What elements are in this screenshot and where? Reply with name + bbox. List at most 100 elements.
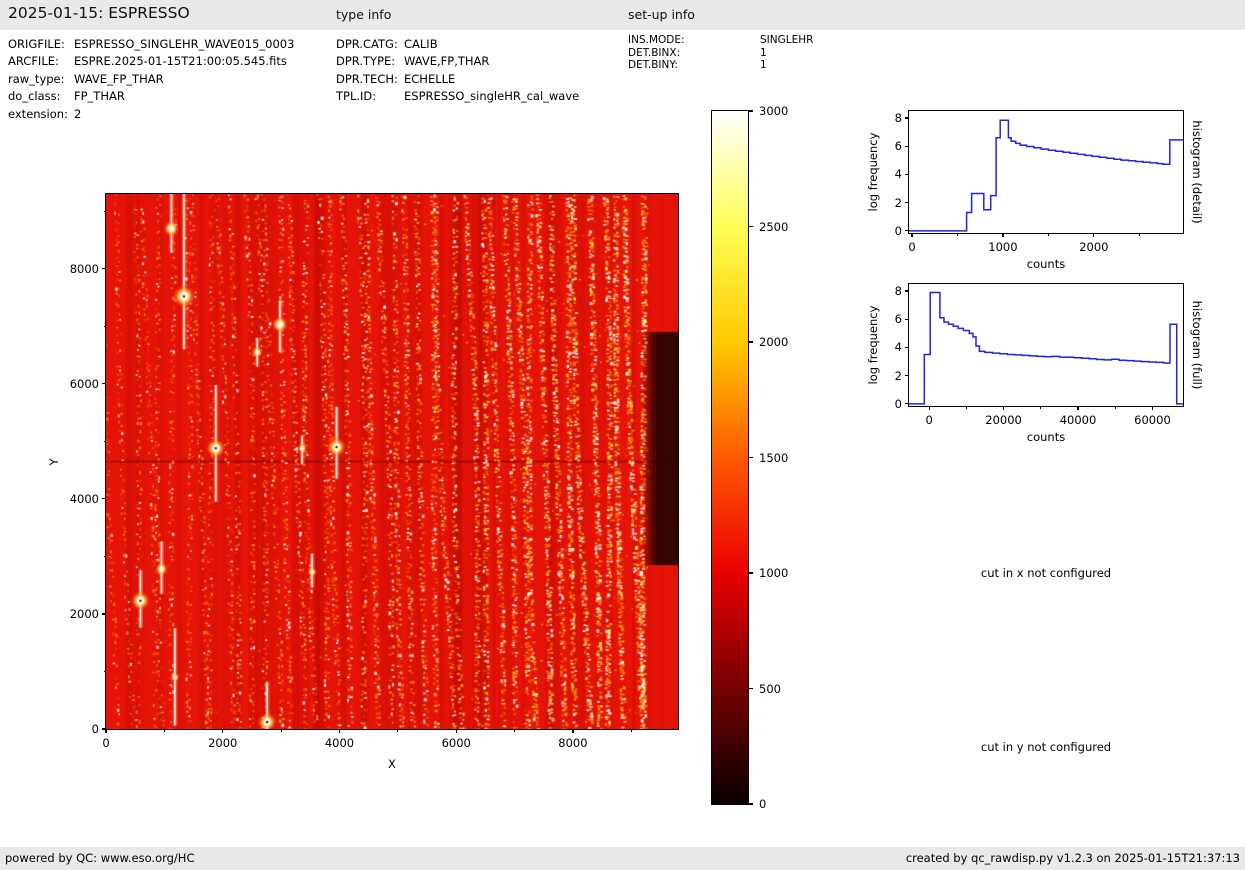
info-label: DET.BINY:: [628, 59, 760, 72]
y-tick: [102, 383, 106, 384]
info-value: ESPRESSO_SINGLEHR_WAVE015_0003: [74, 37, 294, 51]
type-info-list: DPR.CATG:CALIBDPR.TYPE:WAVE,FP,THARDPR.T…: [336, 36, 579, 106]
cut-y-message: cut in y not configured: [906, 740, 1186, 754]
colorbar: 050010001500200025003000: [711, 110, 749, 805]
y-tick-label: 8: [862, 111, 902, 125]
x-tick: [456, 729, 457, 733]
x-tick-label: 4000: [309, 736, 369, 750]
x-minor-tick: [1040, 406, 1041, 409]
info-label: do_class:: [8, 88, 74, 105]
y-minor-tick: [104, 556, 107, 557]
page-title: 2025-01-15: ESPRESSO: [8, 4, 190, 22]
info-label: ARCFILE:: [8, 53, 74, 70]
y-tick-label: 0: [862, 397, 902, 411]
right-axis-label: histogram (detail): [1190, 120, 1204, 223]
x-minor-tick: [1048, 233, 1049, 236]
y-tick: [102, 728, 106, 729]
x-minor-tick: [966, 406, 967, 409]
colorbar-tick: [748, 688, 753, 689]
y-tick: [102, 498, 106, 499]
colorbar-tick-label: 0: [759, 797, 766, 811]
x-minor-tick: [514, 729, 515, 732]
x-minor-tick: [1139, 233, 1140, 236]
info-label: INS.MODE:: [628, 34, 760, 47]
y-tick-label: 0: [59, 722, 99, 736]
y-minor-tick: [104, 441, 107, 442]
right-axis-label: histogram (full): [1190, 301, 1204, 390]
x-minor-tick: [164, 729, 165, 732]
info-row: TPL.ID:ESPRESSO_singleHR_cal_wave: [336, 88, 579, 105]
x-tick-label: 40000: [1048, 413, 1108, 427]
colorbar-tick: [748, 226, 753, 227]
footer-right-text: created by qc_rawdisp.py v1.2.3 on 2025-…: [906, 847, 1240, 870]
info-row: ORIGFILE:ESPRESSO_SINGLEHR_WAVE015_0003: [8, 36, 294, 53]
colorbar-tick: [748, 803, 753, 804]
info-row: raw_type:WAVE_FP_THAR: [8, 71, 294, 88]
x-minor-tick: [1115, 406, 1116, 409]
x-tick: [222, 729, 223, 733]
x-tick-label: 20000: [974, 413, 1034, 427]
x-tick: [1152, 406, 1153, 410]
x-tick-label: 2000: [193, 736, 253, 750]
info-value: 1: [760, 47, 767, 59]
info-row: ARCFILE:ESPRE.2025-01-15T21:00:05.545.fi…: [8, 53, 294, 70]
y-tick: [102, 268, 106, 269]
y-minor-tick: [104, 211, 107, 212]
colorbar-tick: [748, 457, 753, 458]
info-value: SINGLEHR: [760, 34, 813, 46]
x-tick: [1003, 406, 1004, 410]
header-bar: 2025-01-15: ESPRESSO type info set-up in…: [0, 0, 1245, 30]
info-label: DPR.CATG:: [336, 36, 404, 53]
x-tick: [105, 729, 106, 733]
y-axis-label: log frequency: [866, 306, 880, 385]
y-axis-label: Y: [47, 458, 61, 465]
info-row: DET.BINY:1: [628, 59, 813, 72]
info-label: ORIGFILE:: [8, 36, 74, 53]
y-minor-tick: [104, 671, 107, 672]
x-axis-label: counts: [1006, 430, 1086, 444]
info-row: DPR.TYPE:WAVE,FP,THAR: [336, 53, 579, 70]
footer-left-text: powered by QC: www.eso.org/HC: [5, 847, 194, 870]
colorbar-tick-label: 500: [759, 682, 781, 696]
x-axis-label: counts: [1006, 257, 1086, 271]
colorbar-tick-label: 3000: [759, 104, 788, 118]
raw-image-canvas: [106, 194, 678, 729]
y-tick-label: 4000: [59, 492, 99, 506]
qc-rawdisp-report: 2025-01-15: ESPRESSO type info set-up in…: [0, 0, 1245, 870]
colorbar-tick: [748, 572, 753, 573]
x-tick-label: 60000: [1122, 413, 1182, 427]
x-tick: [1002, 233, 1003, 237]
colorbar-tick-label: 2500: [759, 220, 788, 234]
histogram-detail-plot: 01000200002468countslog frequencyhistogr…: [908, 110, 1184, 234]
x-axis-label: X: [362, 757, 422, 771]
footer-bar: powered by QC: www.eso.org/HC created by…: [0, 847, 1245, 870]
histogram-line: [909, 284, 1183, 406]
info-row: DPR.CATG:CALIB: [336, 36, 579, 53]
info-value: CALIB: [404, 37, 438, 51]
y-tick-label: 0: [862, 224, 902, 238]
info-row: DET.BINX:1: [628, 47, 813, 60]
y-tick-label: 6000: [59, 377, 99, 391]
info-label: raw_type:: [8, 71, 74, 88]
x-minor-tick: [957, 233, 958, 236]
colorbar-tick-label: 2000: [759, 335, 788, 349]
colorbar-tick: [748, 110, 753, 111]
info-label: DET.BINX:: [628, 47, 760, 60]
info-label: extension:: [8, 106, 74, 123]
y-minor-tick: [104, 326, 107, 327]
info-row: extension:2: [8, 106, 294, 123]
x-minor-tick: [397, 729, 398, 732]
info-label: DPR.TECH:: [336, 71, 404, 88]
x-tick-label: 1000: [973, 240, 1033, 254]
colorbar-tick: [748, 341, 753, 342]
raw-image-plot: 0200040006000800002000400060008000XY: [105, 193, 679, 730]
x-tick-label: 0: [899, 413, 959, 427]
histogram-line: [909, 111, 1183, 233]
info-value: 1: [760, 59, 767, 71]
x-tick: [1077, 406, 1078, 410]
info-value: ESPRE.2025-01-15T21:00:05.545.fits: [74, 54, 287, 68]
setup-info-list: INS.MODE:SINGLEHRDET.BINX:1DET.BINY:1: [628, 34, 813, 72]
y-tick-label: 8: [862, 284, 902, 298]
info-row: do_class:FP_THAR: [8, 88, 294, 105]
info-value: ECHELLE: [404, 72, 455, 86]
